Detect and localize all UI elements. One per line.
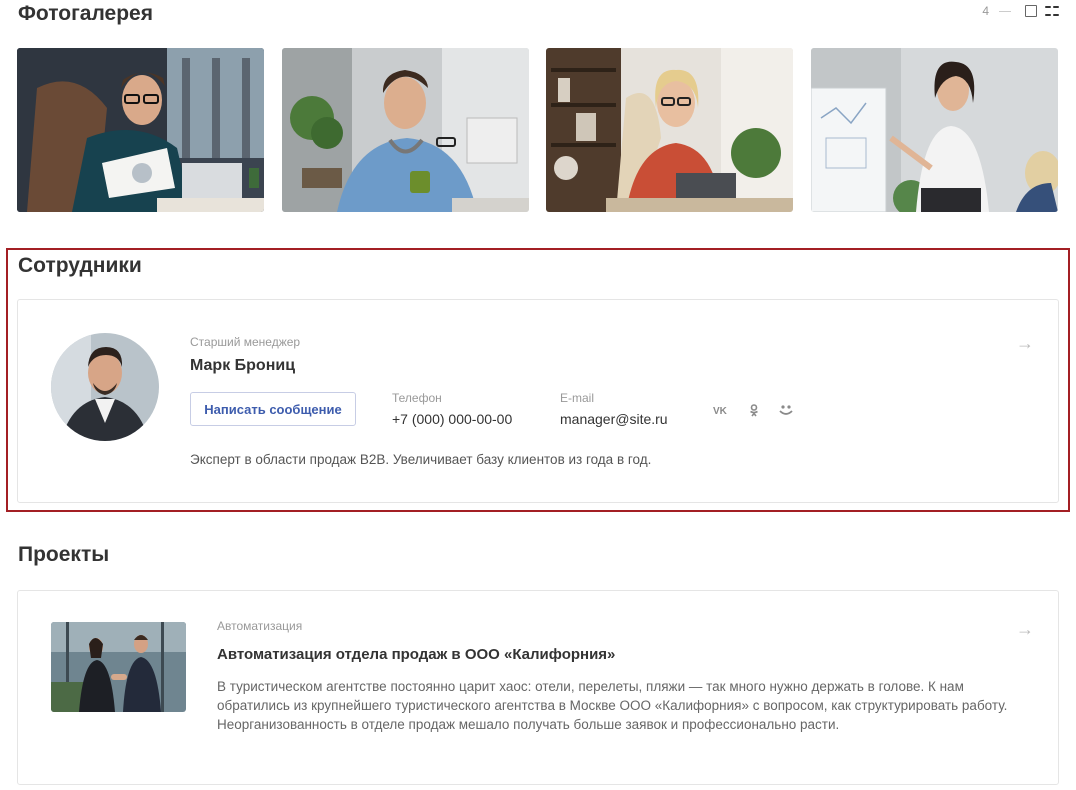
employee-photo xyxy=(51,333,159,441)
project-title-link[interactable]: Автоматизация отдела продаж в ООО «Калиф… xyxy=(217,646,615,663)
arrow-right-icon[interactable]: → xyxy=(1016,620,1034,638)
gallery-view-controls: 4 xyxy=(982,3,1059,19)
project-image[interactable] xyxy=(51,622,186,712)
phone-label: Телефон xyxy=(392,391,442,405)
gallery-title: Фотогалерея xyxy=(18,2,153,25)
projects-title: Проекты xyxy=(18,543,110,566)
moimir-icon[interactable] xyxy=(777,401,795,419)
write-message-button[interactable]: Написать сообщение xyxy=(190,392,356,426)
project-description: В туристическом агентстве постоянно цари… xyxy=(217,679,1008,732)
gallery-photo-4[interactable] xyxy=(810,48,1058,212)
employee-role: Старший менеджер xyxy=(190,335,301,349)
odnoklassniki-icon[interactable] xyxy=(745,401,763,419)
svg-text:VK: VK xyxy=(713,406,728,415)
photo-woman-on-phone xyxy=(546,48,794,212)
photo-businessman-with-chart xyxy=(17,48,264,212)
photo-woman-at-whiteboard xyxy=(810,48,1058,212)
avatar[interactable] xyxy=(51,333,159,441)
grid-icon[interactable] xyxy=(1045,4,1059,18)
gallery-photo-1[interactable] xyxy=(17,48,264,212)
email-label: E-mail xyxy=(560,391,595,405)
email-value[interactable]: manager@site.ru xyxy=(560,411,668,427)
arrow-right-icon[interactable]: → xyxy=(1016,334,1034,352)
photo-handshake xyxy=(51,622,186,712)
employees-title: Сотрудники xyxy=(18,254,142,277)
gallery-count: 4 xyxy=(982,4,989,18)
vk-icon[interactable]: VK xyxy=(712,401,730,419)
project-card: Автоматизация Автоматизация отдела прода… xyxy=(17,590,1059,785)
gallery-photo-2[interactable] xyxy=(281,48,529,212)
photo-gallery xyxy=(17,48,1058,212)
employee-card: Старший менеджер Марк Брониц Написать со… xyxy=(17,299,1059,503)
divider xyxy=(999,10,1011,12)
employee-name: Марк Брониц xyxy=(190,357,296,374)
phone-value[interactable]: +7 (000) 000-00-00 xyxy=(392,411,512,427)
project-category: Автоматизация xyxy=(217,619,303,633)
photo-man-with-mug xyxy=(281,48,529,212)
gallery-photo-3[interactable] xyxy=(546,48,794,212)
employee-description: Эксперт в области продаж B2B. Увеличивае… xyxy=(190,452,652,467)
square-icon[interactable] xyxy=(1024,4,1038,18)
